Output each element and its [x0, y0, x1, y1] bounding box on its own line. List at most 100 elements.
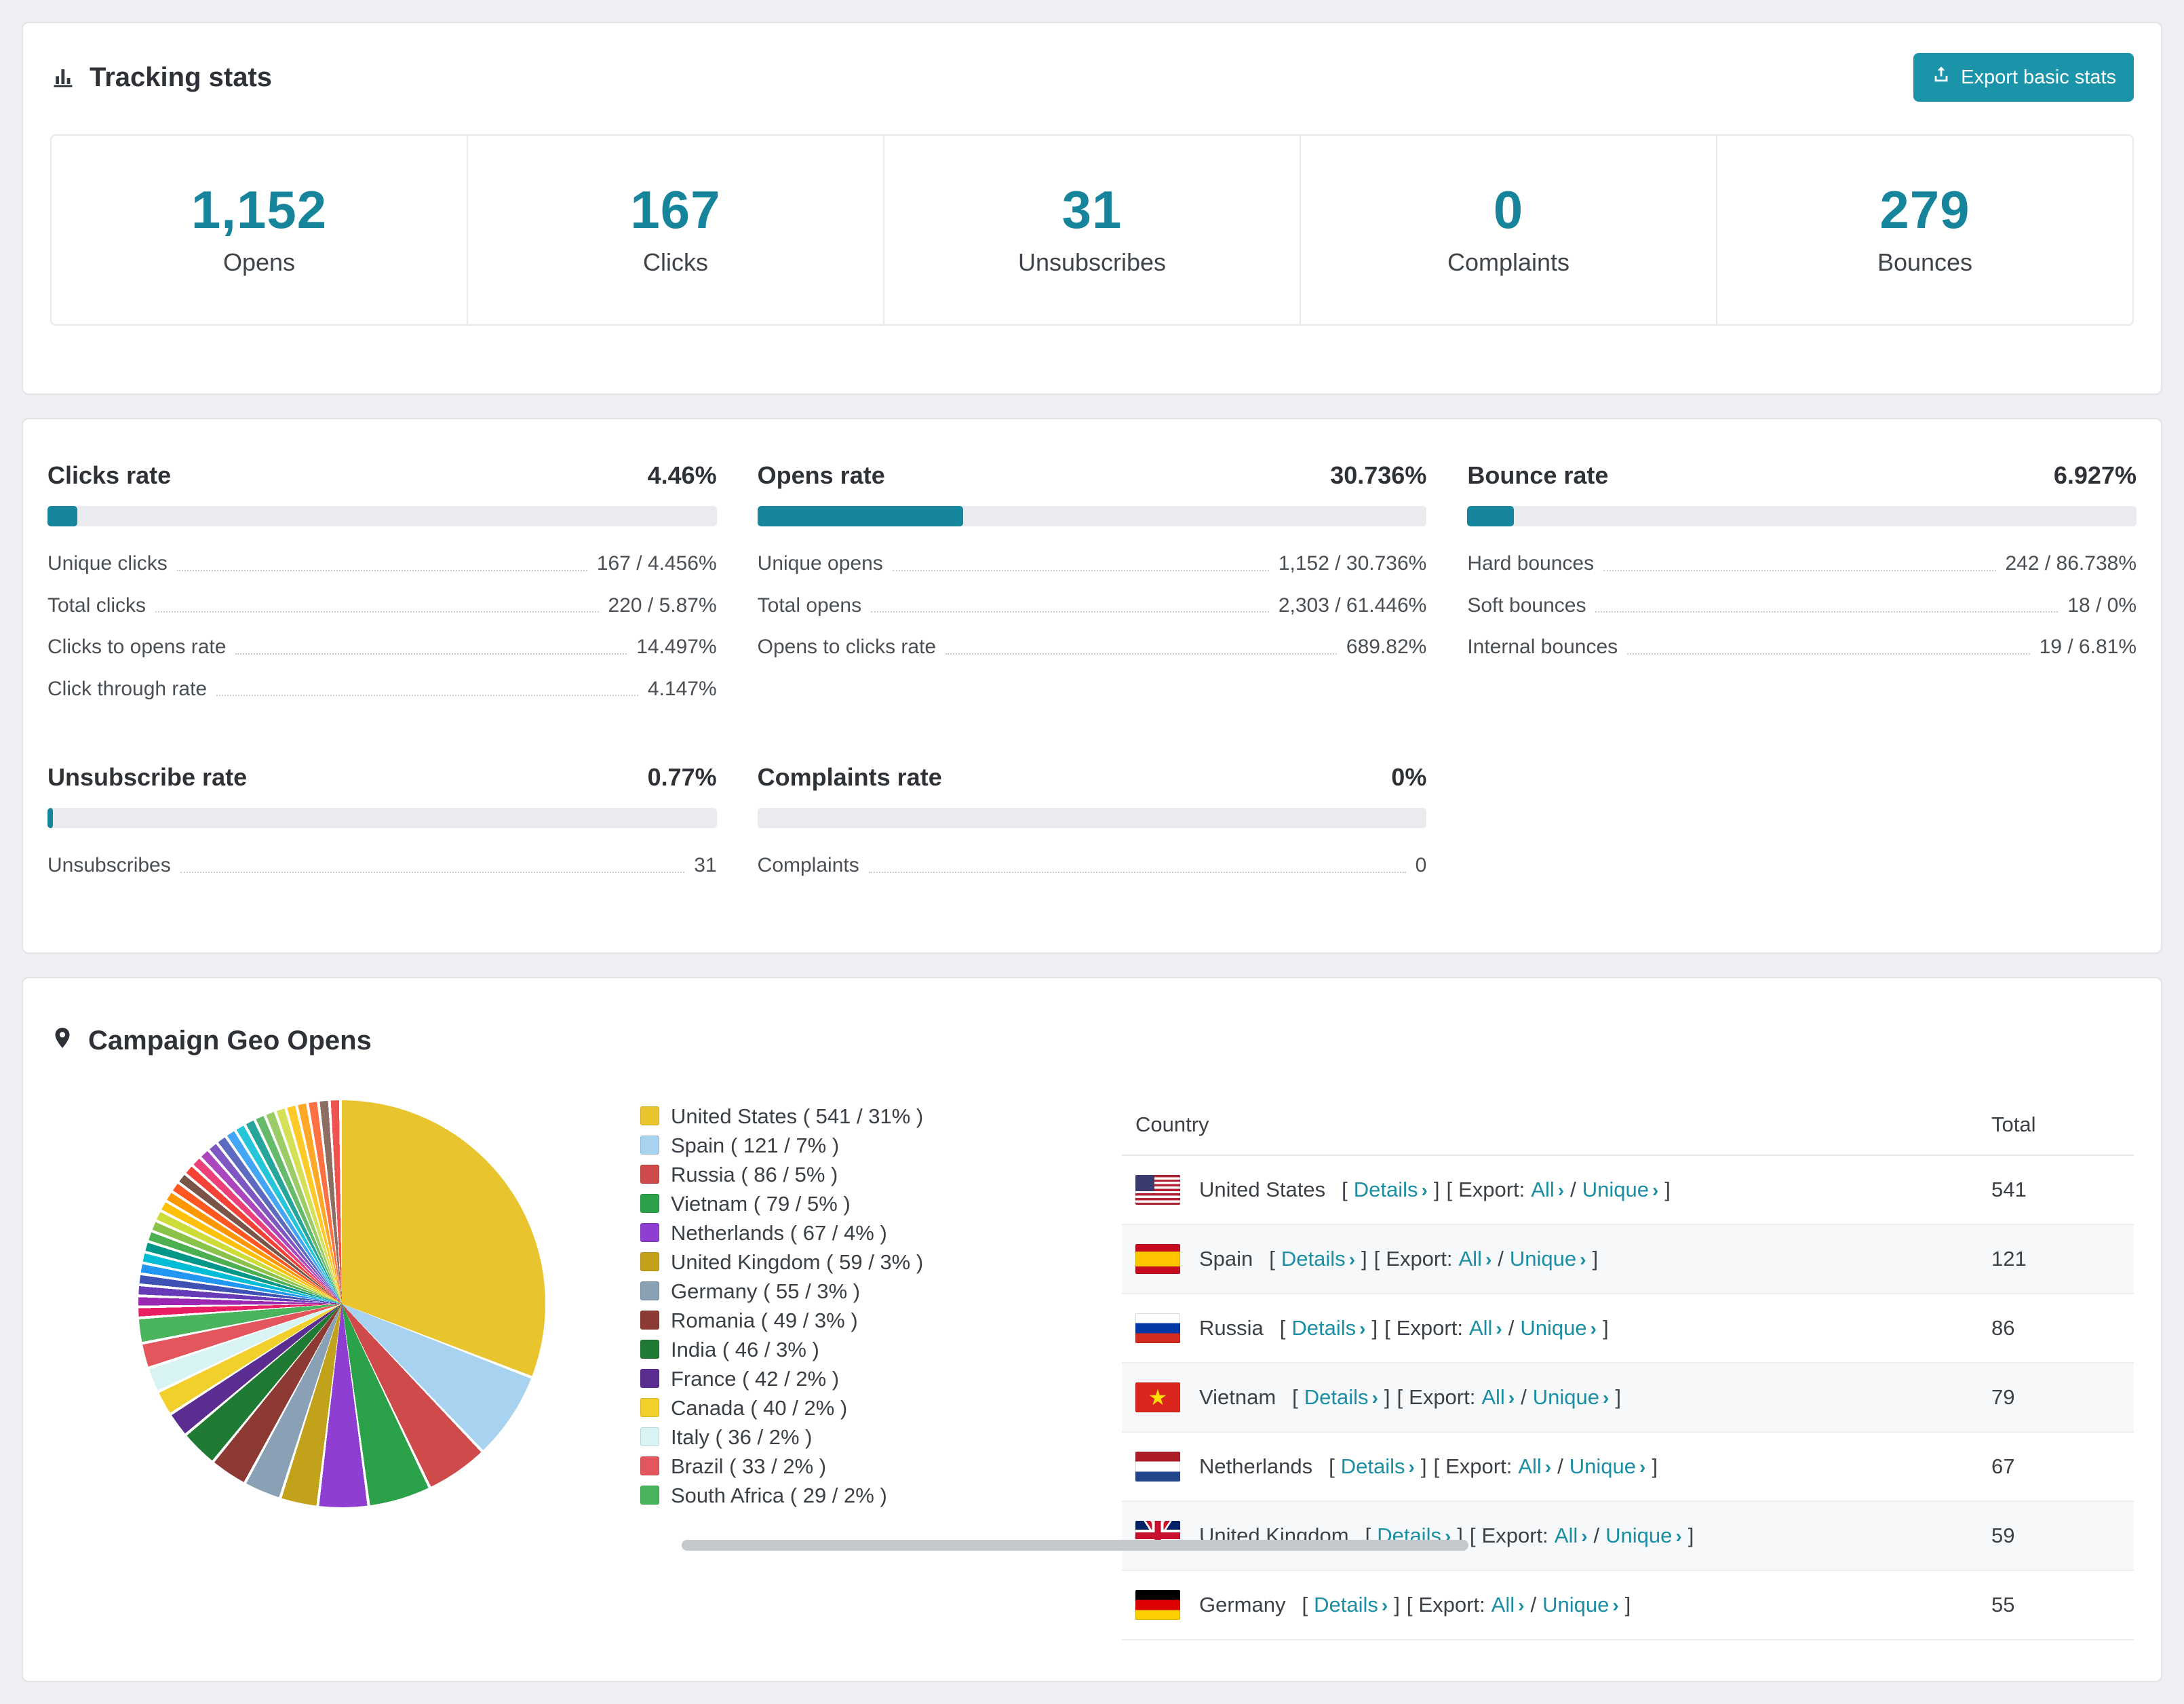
slash-separator: / — [1570, 1177, 1576, 1201]
legend-label: United States ( 541 / 31% ) — [671, 1104, 924, 1128]
metric-label: Click through rate — [47, 677, 208, 700]
legend-item: France ( 42 / 2% ) — [640, 1368, 1020, 1389]
export-unique-link[interactable]: Unique › — [1520, 1316, 1597, 1340]
campaign-geo-opens-card: Campaign Geo Opens United States ( 541 /… — [22, 976, 2162, 1682]
details-link[interactable]: Details › — [1304, 1385, 1378, 1410]
chevron-right-icon: › — [1675, 1525, 1682, 1547]
dotted-leader — [155, 611, 599, 613]
metric-label: Total opens — [757, 594, 862, 617]
details-group: [Details ›] — [1269, 1246, 1367, 1271]
export-unique-link[interactable]: Unique › — [1510, 1247, 1586, 1271]
country-flag-icon — [1135, 1243, 1180, 1274]
rate-value: 0.77% — [647, 763, 717, 791]
metric-value: 4.147% — [647, 677, 717, 700]
chevron-right-icon: › — [1612, 1594, 1619, 1616]
chevron-right-icon: › — [1580, 1248, 1586, 1270]
export-group: [Export: All › / Unique ›] — [1406, 1592, 1631, 1617]
legend-item: Romania ( 49 / 3% ) — [640, 1310, 1020, 1331]
export-all-link[interactable]: All › — [1555, 1524, 1588, 1548]
legend-label: Spain ( 121 / 7% ) — [671, 1133, 840, 1157]
metric-value: 31 — [694, 854, 717, 876]
metric-row: Clicks to opens rate 14.497% — [47, 636, 717, 659]
dotted-leader — [180, 871, 685, 873]
rate-progress-fill — [757, 506, 963, 526]
country-column-header: Country — [1122, 1094, 1978, 1156]
bar-chart-icon — [50, 64, 76, 90]
chevron-right-icon: › — [1590, 1317, 1597, 1339]
rate-metrics: Complaints 0 — [758, 854, 1427, 878]
geo-body: United States ( 541 / 31% ) Spain ( 121 … — [50, 1094, 2134, 1640]
export-all-link[interactable]: All › — [1458, 1247, 1491, 1271]
rate-title: Opens rate — [757, 461, 885, 489]
rate-metrics: Unique clicks 167 / 4.456% Total clicks … — [47, 552, 717, 701]
details-link[interactable]: Details › — [1354, 1178, 1428, 1202]
dotted-leader — [216, 695, 638, 696]
export-unique-link[interactable]: Unique › — [1542, 1593, 1619, 1617]
export-group: [Export: All › / Unique ›] — [1384, 1315, 1609, 1340]
details-link[interactable]: Details › — [1341, 1454, 1415, 1479]
export-group: [Export: All › / Unique ›] — [1397, 1384, 1621, 1410]
export-all-link[interactable]: All › — [1531, 1178, 1564, 1202]
legend-item: United States ( 541 / 31% ) — [640, 1106, 1020, 1127]
chevron-right-icon: › — [1371, 1387, 1378, 1408]
geo-table-row: Germany [Details ›] [Export: All › / Unique ›] — [1122, 1570, 2134, 1640]
metric-row: Opens to clicks rate 689.82% — [758, 636, 1427, 659]
legend-label: United Kingdom ( 59 / 3% ) — [671, 1250, 924, 1274]
geo-table-row: United States [Details ›] [Export: All › / Un… — [1122, 1155, 2134, 1225]
country-flag-icon — [1135, 1174, 1180, 1205]
export-unique-link[interactable]: Unique › — [1605, 1524, 1682, 1548]
metric-row: Complaints 0 — [758, 854, 1427, 878]
metric-label: Opens to clicks rate — [757, 636, 937, 658]
export-all-link[interactable]: All › — [1469, 1316, 1502, 1340]
export-unique-link[interactable]: Unique › — [1569, 1454, 1646, 1479]
legend-swatch — [640, 1223, 659, 1242]
legend-swatch — [640, 1398, 659, 1417]
rate-title: Unsubscribe rate — [47, 763, 248, 791]
metric-row: Click through rate 4.147% — [47, 678, 717, 701]
stat-value: 167 — [630, 180, 721, 239]
country-total: 55 — [1978, 1570, 2134, 1640]
rate-value: 6.927% — [2053, 461, 2137, 489]
export-unique-link[interactable]: Unique › — [1533, 1385, 1610, 1410]
metric-row: Hard bounces 242 / 86.738% — [1467, 552, 2137, 576]
export-all-link[interactable]: All › — [1518, 1454, 1551, 1479]
export-unique-link[interactable]: Unique › — [1582, 1178, 1659, 1202]
metric-value: 19 / 6.81% — [2039, 636, 2137, 658]
legend-swatch — [640, 1486, 659, 1505]
metric-value: 242 / 86.738% — [2005, 552, 2137, 575]
export-all-link[interactable]: All › — [1491, 1593, 1525, 1617]
rate-progress-bar — [47, 808, 717, 828]
rates-bottom-row: Unsubscribe rate 0.77% Unsubscribes 31 C… — [47, 763, 2137, 878]
country-total: 86 — [1978, 1293, 2134, 1363]
chevron-right-icon: › — [1544, 1456, 1552, 1477]
country-name: Netherlands — [1199, 1454, 1313, 1478]
legend-swatch — [640, 1311, 659, 1330]
legend-swatch — [640, 1456, 659, 1475]
country-total: 541 — [1978, 1155, 2134, 1225]
legend-label: Germany ( 55 / 3% ) — [671, 1279, 861, 1303]
legend-swatch — [640, 1252, 659, 1271]
legend-item: Vietnam ( 79 / 5% ) — [640, 1193, 1020, 1214]
legend-swatch — [640, 1194, 659, 1213]
slash-separator: / — [1593, 1523, 1600, 1547]
details-link[interactable]: Details › — [1314, 1593, 1388, 1617]
export-all-link[interactable]: All › — [1481, 1385, 1515, 1410]
legend-label: Romania ( 49 / 3% ) — [671, 1308, 858, 1332]
horizontal-scrollbar-thumb[interactable] — [682, 1540, 1468, 1551]
chevron-right-icon: › — [1508, 1387, 1515, 1408]
details-link[interactable]: Details › — [1281, 1247, 1355, 1271]
metric-value: 220 / 5.87% — [608, 594, 717, 617]
geo-table-row: United Kingdom [Details ›] [Export: All › / U… — [1122, 1500, 2134, 1571]
chevron-right-icon: › — [1421, 1179, 1428, 1201]
country-name: Spain — [1199, 1246, 1253, 1271]
metric-row: Soft bounces 18 / 0% — [1467, 594, 2137, 618]
tracking-stats-header: Tracking stats Export basic stats — [23, 23, 2161, 122]
geo-table-row: Spain [Details ›] [Export: All › / Unique ›] — [1122, 1224, 2134, 1294]
details-link[interactable]: Details › — [1291, 1316, 1365, 1340]
export-basic-stats-button[interactable]: Export basic stats — [1913, 53, 2134, 102]
legend-label: Italy ( 36 / 2% ) — [671, 1425, 813, 1449]
rate-value: 30.736% — [1330, 461, 1427, 489]
legend-item: India ( 46 / 3% ) — [640, 1339, 1020, 1360]
dotted-leader — [871, 611, 1269, 613]
stat-cell: 0 Complaints — [1300, 136, 1716, 324]
